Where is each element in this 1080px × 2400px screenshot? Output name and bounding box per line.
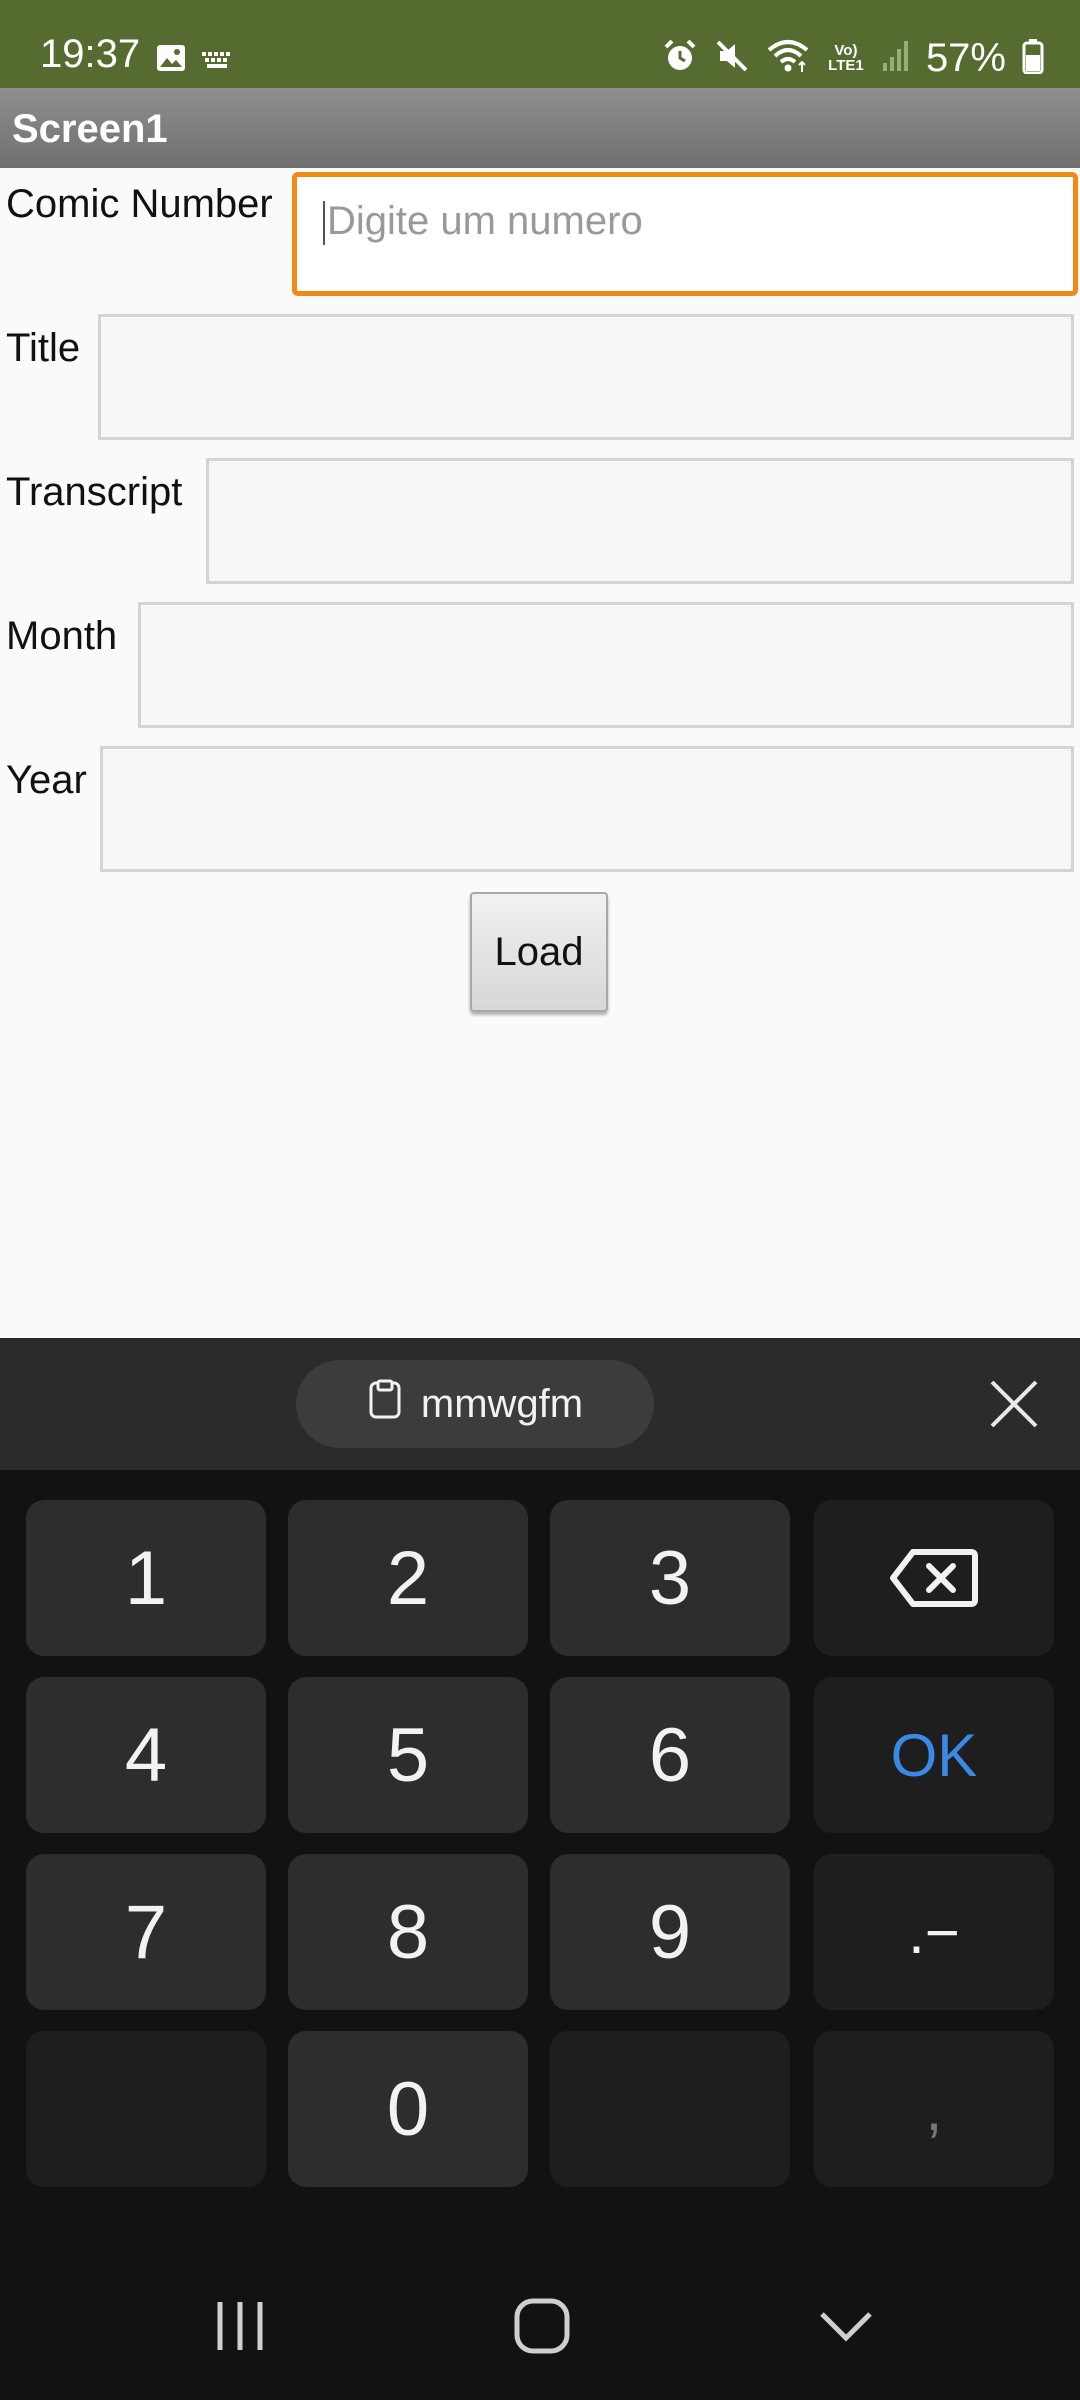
key-6[interactable]: 6 (550, 1677, 790, 1833)
alarm-icon (662, 38, 698, 79)
transcript-input[interactable] (206, 458, 1074, 584)
recents-icon[interactable] (210, 2298, 270, 2359)
battery-icon (1022, 38, 1044, 79)
comma-key[interactable]: , (814, 2031, 1054, 2187)
load-button[interactable]: Load (470, 892, 608, 1012)
screen-title: Screen1 (12, 107, 168, 151)
ok-key[interactable]: OK (814, 1677, 1054, 1833)
transcript-label: Transcript (6, 470, 183, 514)
clipboard-icon (367, 1379, 403, 1429)
wifi-icon (766, 38, 810, 79)
dot-dash-key[interactable]: .− (814, 1854, 1054, 2010)
mute-icon (714, 38, 750, 79)
lte-icon: Vo) LTE1 (826, 43, 866, 73)
key-2[interactable]: 2 (288, 1500, 528, 1656)
close-icon[interactable] (984, 1374, 1044, 1434)
numeric-keyboard: 1 2 3 4 5 6 OK 7 8 9 .− 0 , (0, 1470, 1080, 2400)
title-input[interactable] (98, 314, 1074, 440)
key-9[interactable]: 9 (550, 1854, 790, 2010)
key-7[interactable]: 7 (26, 1854, 266, 2010)
year-input[interactable] (100, 746, 1074, 872)
backspace-icon (890, 1549, 978, 1607)
key-3[interactable]: 3 (550, 1500, 790, 1656)
status-time: 19:37 (40, 32, 141, 76)
key-4[interactable]: 4 (26, 1677, 266, 1833)
comic-number-label: Comic Number (6, 182, 273, 226)
clipboard-text: mmwgfm (420, 1381, 584, 1426)
lte-label: Vo) LTE1 (828, 42, 864, 74)
backspace-key[interactable] (814, 1500, 1054, 1656)
key-0[interactable]: 0 (288, 2031, 528, 2187)
home-icon[interactable] (512, 2298, 572, 2359)
year-label: Year (6, 758, 87, 802)
month-input[interactable] (138, 602, 1074, 728)
clipboard-suggestion[interactable]: mmwgfm (296, 1360, 654, 1448)
text-caret (323, 201, 325, 246)
empty-key-middle (550, 2031, 790, 2187)
comic-number-input[interactable]: Digite um numero (292, 172, 1078, 296)
keyboard-icon (202, 52, 232, 75)
key-1[interactable]: 1 (26, 1500, 266, 1656)
key-8[interactable]: 8 (288, 1854, 528, 2010)
app-title-bar: Screen1 (0, 88, 1080, 168)
comic-number-placeholder: Digite um numero (327, 199, 643, 243)
key-5[interactable]: 5 (288, 1677, 528, 1833)
gallery-icon (156, 44, 186, 77)
month-label: Month (6, 614, 118, 658)
battery-percent: 57% (925, 36, 1006, 80)
empty-key-left (26, 2031, 266, 2187)
keyboard-toolbar: mmwgfm (0, 1338, 1080, 1470)
title-label: Title (6, 326, 81, 370)
status-bar: 19:37 Vo) LTE1 57% (0, 0, 1080, 88)
signal-icon (882, 39, 910, 78)
hide-keyboard-icon[interactable] (818, 2308, 874, 2349)
